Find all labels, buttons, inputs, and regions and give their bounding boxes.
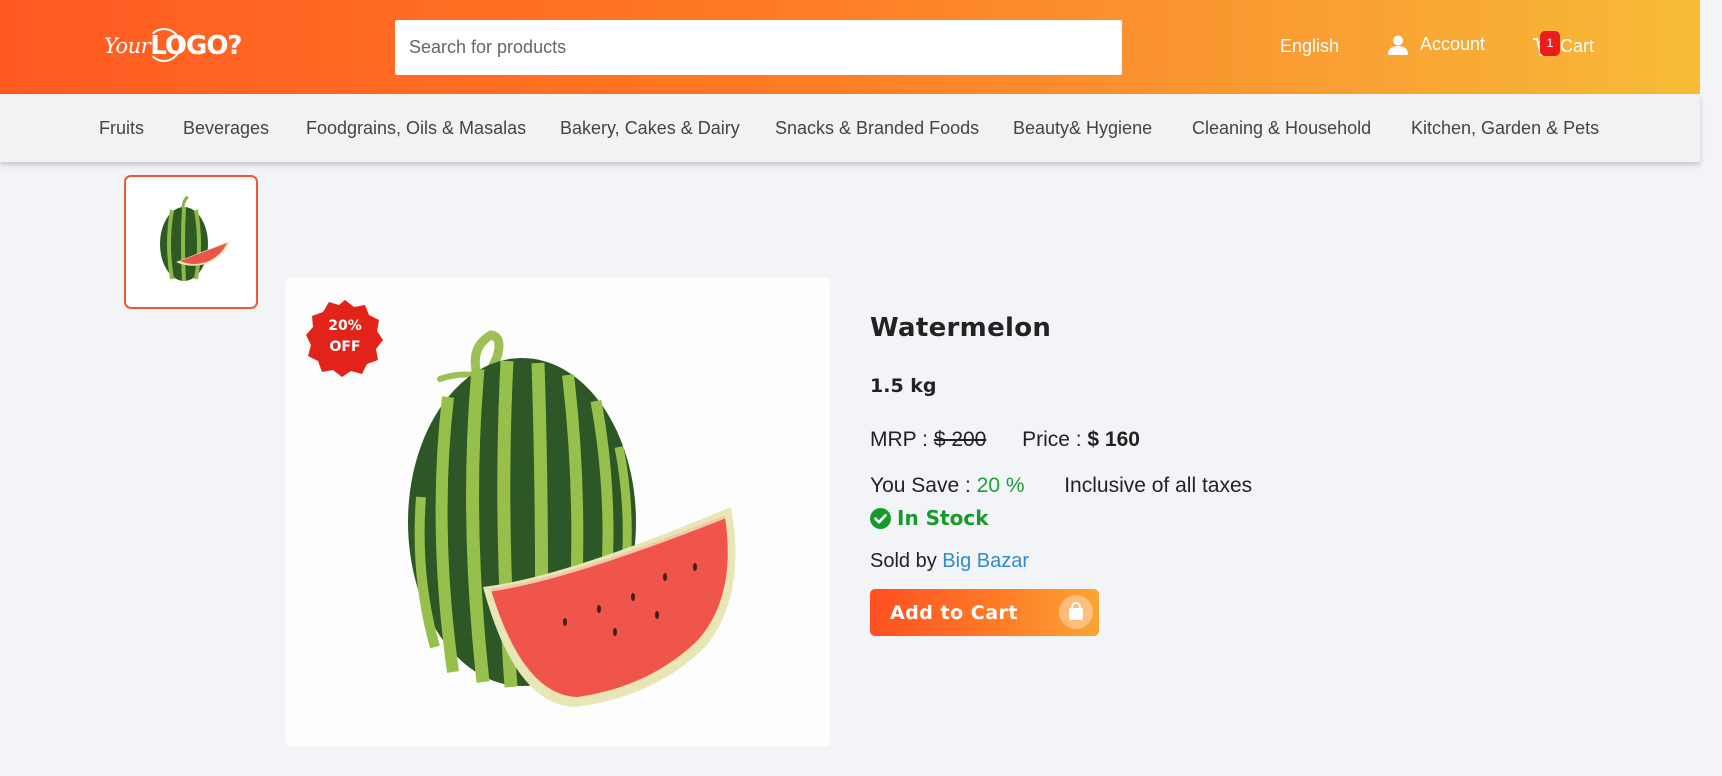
nav-item-beverages[interactable]: Beverages xyxy=(183,118,269,139)
account-link[interactable]: Account xyxy=(1388,34,1485,55)
cart-link[interactable]: 1 Cart xyxy=(1532,30,1595,57)
tax-note: Inclusive of all taxes xyxy=(1064,474,1253,497)
cart-count-badge: 1 xyxy=(1540,30,1560,56)
price-value: $ 160 xyxy=(1087,428,1140,451)
nav-item-bakery[interactable]: Bakery, Cakes & Dairy xyxy=(560,118,740,139)
discount-off: OFF xyxy=(329,339,361,355)
price-label: Price : xyxy=(1022,428,1082,451)
discount-percent: 20% xyxy=(328,318,362,334)
user-icon xyxy=(1388,35,1408,55)
cart-icon: 1 xyxy=(1532,30,1560,57)
watermelon-thumb-image xyxy=(160,195,230,282)
nav-item-fruits[interactable]: Fruits xyxy=(99,118,144,139)
mrp-value: $ 200 xyxy=(933,428,987,451)
seller-link[interactable]: Big Bazar xyxy=(942,550,1029,572)
savings-row: You Save : 20 % Inclusive of all taxes xyxy=(870,474,1252,498)
product-weight: 1.5 kg xyxy=(870,375,937,397)
logo-text-your: Your xyxy=(104,34,151,58)
add-to-cart-label: Add to Cart xyxy=(890,602,1018,624)
product-thumbnail[interactable] xyxy=(124,175,258,309)
stock-label: In Stock xyxy=(897,506,989,530)
stock-status: In Stock xyxy=(870,506,989,530)
save-label: You Save : xyxy=(870,474,971,497)
logo-text-mark: LOGO? xyxy=(147,28,243,62)
shopping-bag-icon xyxy=(1059,595,1093,629)
sold-by-label: Sold by xyxy=(870,550,937,572)
product-title: Watermelon xyxy=(870,313,1052,343)
nav-item-foodgrains[interactable]: Foodgrains, Oils & Masalas xyxy=(306,118,526,139)
mrp-label: MRP : xyxy=(870,428,928,451)
check-circle-icon xyxy=(870,507,891,529)
nav-item-kitchen[interactable]: Kitchen, Garden & Pets xyxy=(1411,118,1599,139)
language-selector[interactable]: English xyxy=(1280,36,1339,57)
nav-item-cleaning[interactable]: Cleaning & Household xyxy=(1192,118,1371,139)
cart-label: Cart xyxy=(1560,36,1595,56)
category-nav: Fruits Beverages Foodgrains, Oils & Masa… xyxy=(0,94,1700,162)
save-percent: 20 % xyxy=(976,474,1025,497)
brand-logo[interactable]: Your LOGO? xyxy=(104,26,244,66)
discount-label: 20% OFF xyxy=(305,316,385,358)
nav-item-snacks[interactable]: Snacks & Branded Foods xyxy=(775,118,979,139)
sold-by: Sold by Big Bazar xyxy=(870,550,1029,573)
account-label: Account xyxy=(1420,34,1486,54)
search-input[interactable] xyxy=(395,20,1122,75)
nav-item-beauty[interactable]: Beauty& Hygiene xyxy=(1013,118,1152,139)
price-row: MRP : $ 200 Price : $ 160 xyxy=(870,428,1140,452)
add-to-cart-button[interactable]: Add to Cart xyxy=(870,589,1099,636)
